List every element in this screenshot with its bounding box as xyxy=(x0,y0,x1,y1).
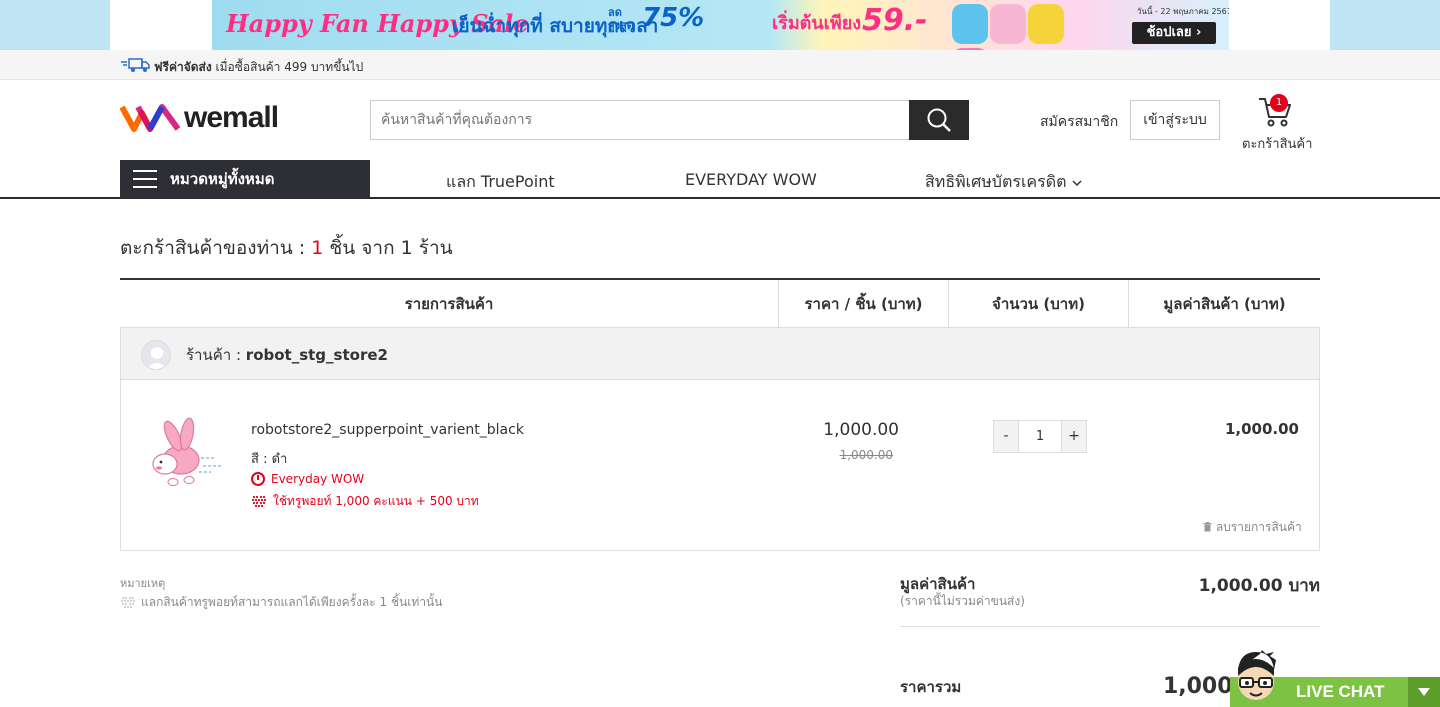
cart-title-suffix: ร้าน xyxy=(418,237,453,259)
everyday-wow-badge: Everyday WOW xyxy=(251,472,364,486)
free-shipping-bold: ฟรีค่าจัดส่ง xyxy=(154,60,212,74)
original-price: 1,000.00 xyxy=(839,448,893,462)
cart-title: ตะกร้าสินค้าของท่าน : 1 ชิ้น จาก 1 ร้าน xyxy=(120,233,453,263)
store-row: ร้านค้า : robot_stg_store2 xyxy=(120,328,1320,380)
summary-divider xyxy=(900,626,1320,627)
wemall-logo-icon xyxy=(120,104,180,132)
truepoint-heart-icon xyxy=(120,596,136,608)
free-shipping-text: ฟรีค่าจัดส่ง เมื่อซื้อสินค้า 499 บาทขึ้น… xyxy=(154,58,363,77)
subtotal-value: 1,000.00 บาท xyxy=(1198,576,1320,596)
signup-link[interactable]: สมัครสมาชิก xyxy=(1040,111,1118,133)
delivery-truck-icon xyxy=(121,58,150,72)
badge-label: Everyday WOW xyxy=(271,472,365,486)
banner-discount: 75% xyxy=(642,3,705,33)
wemall-logo[interactable]: wemall xyxy=(120,100,279,136)
header-quantity: จำนวน (บาท) xyxy=(992,295,1085,313)
search-input[interactable] xyxy=(370,100,910,140)
banner-shop-now-button[interactable]: ช้อปเลย › xyxy=(1132,22,1216,44)
banner-price-prefix: เริ่มต้นเพียง xyxy=(772,13,862,34)
truepoint-text: ใช้ทรูพอยท์ 1,000 คะแนน + 500 บาท xyxy=(273,494,479,508)
quantity-increase-button[interactable]: + xyxy=(1061,420,1087,453)
note-text: แลกสินค้าทรูพอยท์สามารถแลกได้เพียงครั้งล… xyxy=(120,593,442,612)
line-total: 1,000.00 xyxy=(1224,420,1299,438)
banner-price: 59.- xyxy=(862,3,928,38)
free-shipping-condition: เมื่อซื้อสินค้า 499 บาทขึ้นไป xyxy=(215,60,364,74)
nav-item-credit-card-label: สิทธิพิเศษบัตรเครดิต xyxy=(925,172,1067,191)
banner-discount-prefix: ลด สูงสุด xyxy=(608,6,634,32)
banner-product-images xyxy=(952,4,1102,50)
product-name[interactable]: robotstore2_supperpoint_varient_black xyxy=(251,422,524,438)
nav-item-everyday-wow[interactable]: EVERYDAY WOW xyxy=(685,170,817,189)
banner-cta-label: ช้อปเลย xyxy=(1146,25,1192,40)
store-name[interactable]: ร้านค้า : robot_stg_store2 xyxy=(186,343,388,367)
delete-item-label: ลบรายการสินค้า xyxy=(1215,520,1302,534)
delete-item-link[interactable]: ลบรายการสินค้า xyxy=(1203,518,1302,537)
live-chat-label: LIVE CHAT xyxy=(1296,682,1385,701)
chevron-down-icon xyxy=(1072,180,1082,187)
subtotal-note: (ราคานี้ไม่รวมค่าขนส่ง) xyxy=(900,594,1025,608)
trash-icon xyxy=(1203,522,1212,532)
search-button[interactable] xyxy=(909,100,969,140)
truepoint-heart-icon xyxy=(251,495,267,507)
header-line-total: มูลค่าสินค้า (บาท) xyxy=(1163,295,1286,313)
free-shipping-bar: ฟรีค่าจัดส่ง เมื่อซื้อสินค้า 499 บาทขึ้น… xyxy=(0,50,1440,80)
cart-count-badge: 1 xyxy=(1270,94,1288,112)
quantity-input[interactable]: 1 xyxy=(1019,420,1061,453)
product-image[interactable] xyxy=(143,416,223,496)
banner-date: วันนี้ - 22 พฤษภาคม 2561 xyxy=(1137,7,1229,16)
logo-text: wemall xyxy=(184,101,279,134)
live-chat-toggle-button[interactable] xyxy=(1408,677,1440,707)
all-categories-menu[interactable]: หมวดหมู่ทั้งหมด xyxy=(120,160,370,198)
quantity-decrease-button[interactable]: - xyxy=(993,420,1019,453)
store-name-value: robot_stg_store2 xyxy=(245,346,388,364)
nav-item-credit-card-privileges[interactable]: สิทธิพิเศษบัตรเครดิต xyxy=(925,170,1082,195)
cart-label[interactable]: ตะกร้าสินค้า xyxy=(1242,133,1312,154)
cart-item-count: 1 xyxy=(311,237,324,259)
clock-icon xyxy=(251,472,265,486)
header-product: รายการสินค้า xyxy=(404,295,494,313)
unit-price: 1,000.00 xyxy=(823,420,899,440)
login-button[interactable]: เข้าสู่ระบบ xyxy=(1130,100,1220,140)
store-label-prefix: ร้านค้า : xyxy=(186,346,242,364)
header-unit-price: ราคา / ชิ้น (บาท) xyxy=(804,295,923,313)
store-avatar xyxy=(141,340,171,370)
product-color: สี : ดำ xyxy=(251,452,288,467)
cart-table-header: รายการสินค้า ราคา / ชิ้น (บาท) จำนวน (บา… xyxy=(120,278,1320,328)
caret-down-icon xyxy=(1418,688,1430,696)
live-chat-mascot-icon[interactable] xyxy=(1232,650,1278,704)
cart-title-prefix: ตะกร้าสินค้าของท่าน : xyxy=(120,237,306,259)
cart-item-row: robotstore2_supperpoint_varient_black สี… xyxy=(120,380,1320,551)
search-icon xyxy=(927,108,951,132)
top-banner-area: Happy Fan Happy Sale เย็นฉ่ำทุกที่ สบายท… xyxy=(0,0,1440,50)
note-title: หมายเหตุ xyxy=(120,577,166,590)
promo-banner[interactable]: Happy Fan Happy Sale เย็นฉ่ำทุกที่ สบายท… xyxy=(212,0,1229,50)
hamburger-icon xyxy=(133,170,157,188)
nav-item-truepoint[interactable]: แลก TruePoint xyxy=(446,170,555,195)
cart-title-mid: ชิ้น จาก xyxy=(329,237,395,259)
cart-store-count: 1 xyxy=(400,237,413,259)
truepoint-usage: ใช้ทรูพอยท์ 1,000 คะแนน + 500 บาท xyxy=(251,492,479,511)
user-avatar-icon xyxy=(146,347,168,369)
note-text-label: แลกสินค้าทรูพอยท์สามารถแลกได้เพียงครั้งล… xyxy=(141,595,443,609)
all-categories-label: หมวดหมู่ทั้งหมด xyxy=(170,170,275,188)
quantity-stepper: - 1 + xyxy=(993,420,1087,453)
total-label: ราคารวม xyxy=(900,678,962,696)
